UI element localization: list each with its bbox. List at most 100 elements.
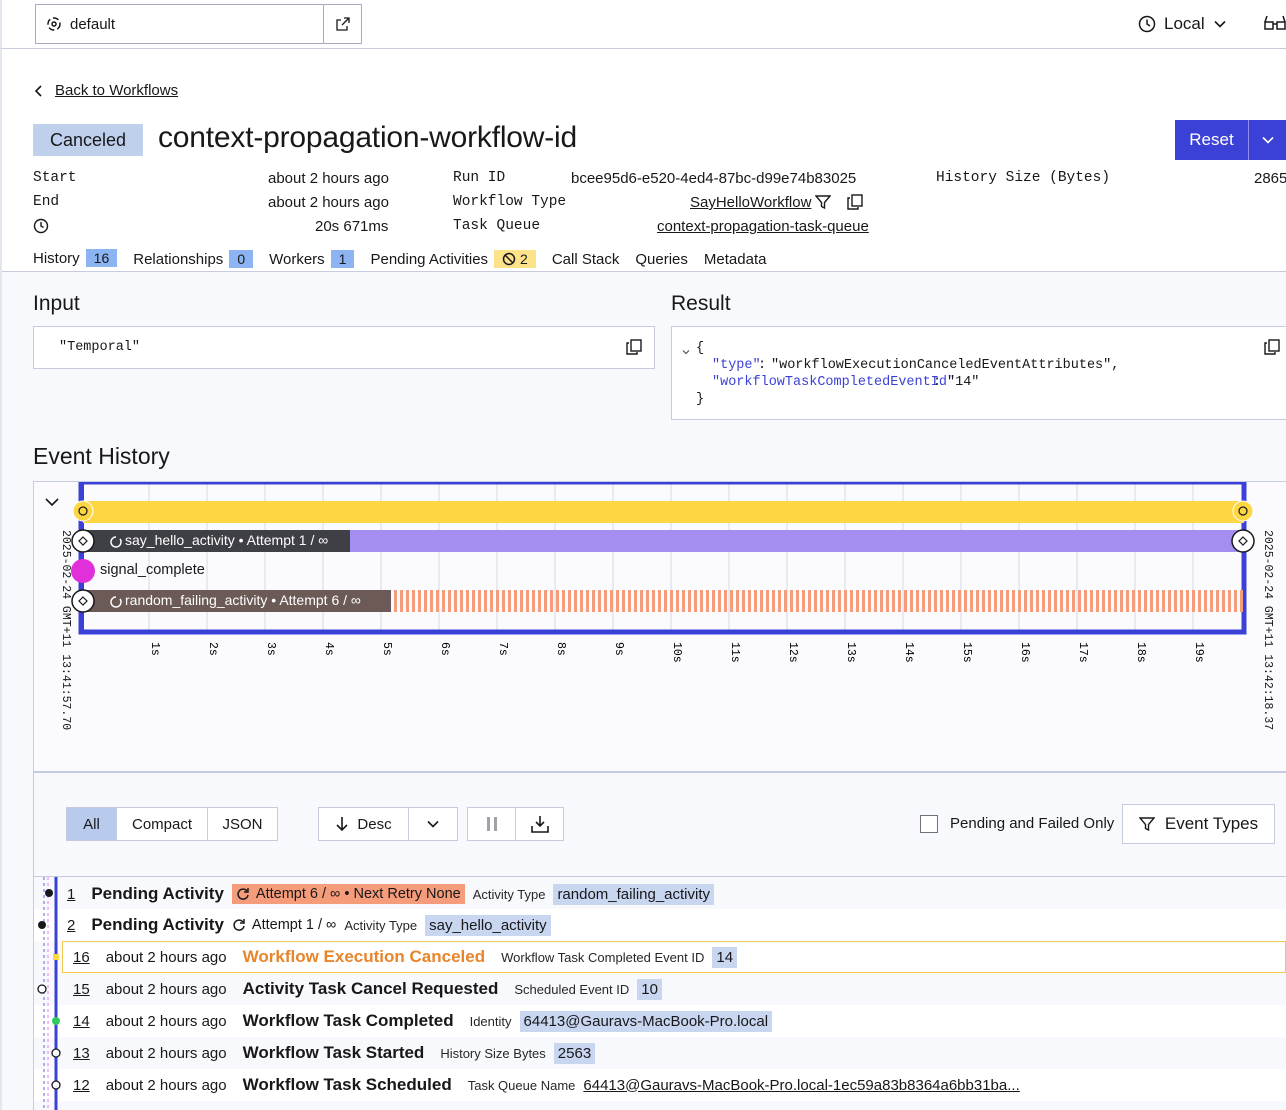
event-row[interactable]: 13 about 2 hours ago Workflow Task Start… [62,1038,596,1068]
event-number[interactable]: 15 [73,981,90,998]
task-queue-link[interactable]: context-propagation-task-queue [657,218,869,235]
timeline-start-stamp: 2025-02-24 GMT+11 13:41:57.70 [59,530,72,731]
retry-icon [233,919,245,931]
json-key-event-id: "workflowTaskCompletedEventId" [712,375,956,390]
timeline-tick-label: 2s [206,642,219,656]
clock-icon [33,218,49,234]
pending-activity-row[interactable]: 1 Pending Activity Attempt 6 / ∞ • Next … [62,879,715,909]
timeline-tick-label: 15s [960,642,973,663]
view-all-button[interactable]: All [67,808,117,840]
json-colon: : [758,358,767,373]
copy-workflow-type-button[interactable] [847,194,863,214]
collapse-json-button[interactable] [681,344,691,361]
timeline-tick-label: 16s [1018,642,1031,663]
tab-workers[interactable]: Workers 1 [269,249,355,273]
pending-activity-row[interactable]: 2 Pending Activity Attempt 1 / ∞ Activit… [62,910,551,940]
tab-call-stack[interactable]: Call Stack [552,249,620,273]
event-title: Workflow Task Scheduled [242,1075,452,1094]
event-types-button[interactable]: Event Types [1122,804,1275,844]
field-label: Workflow Task Completed Event ID [501,949,705,965]
duration-icon [33,218,49,238]
timeline-tick-label: 7s [496,642,509,656]
timeline-tick-label: 5s [380,642,393,656]
reset-menu-button[interactable] [1249,120,1286,160]
count-badge: 16 [85,249,118,267]
tab-label: History [33,249,80,267]
field-label: Task Queue Name [467,1077,576,1093]
result-code-block: { "type" : "workflowExecutionCanceledEve… [671,326,1286,420]
copy-icon [1264,339,1280,355]
task-queue-value-link[interactable]: 64413@Gauravs-MacBook-Pro.local-1ec59a83… [583,1077,1019,1094]
timeline-tick-label: 4s [322,642,335,656]
start-value: about 2 hours ago [268,170,389,187]
field-label: History Size Bytes [440,1045,546,1061]
copy-result-button[interactable] [1264,339,1280,359]
sort-menu-button[interactable] [409,808,457,840]
sort-button[interactable]: Desc [319,808,409,840]
namespace-icon [47,17,61,31]
start-label: Start [33,170,77,186]
signal-marker [71,559,95,583]
lane-label-random-failing: random_failing_activity • Attempt 6 / ∞ [125,592,361,608]
field-label: Identity [469,1013,512,1029]
event-number[interactable]: 13 [73,1045,90,1062]
timeline-tick-label: 13s [844,642,857,663]
activity-node [1231,529,1255,553]
event-time: about 2 hours ago [105,1076,227,1094]
event-number[interactable]: 12 [73,1077,90,1094]
chevron-down-icon [682,350,690,355]
view-compact-button[interactable]: Compact [117,808,208,840]
retry-icon [237,888,249,900]
pause-button[interactable] [468,808,516,840]
environment-selector[interactable]: Local [1138,14,1227,34]
event-row[interactable]: 15 about 2 hours ago Activity Task Cance… [62,974,662,1004]
external-link-button[interactable] [323,5,361,43]
event-number[interactable]: 14 [73,1013,90,1030]
timeline-tick-label: 10s [670,642,683,663]
event-row[interactable]: 14 about 2 hours ago Workflow Task Compl… [62,1006,773,1036]
back-to-workflows-link[interactable]: Back to Workflows [33,82,178,99]
tab-pending-activities[interactable]: Pending Activities 2 [370,249,536,273]
result-heading: Result [671,292,731,315]
event-row[interactable]: 16 about 2 hours ago Workflow Execution … [62,942,738,972]
rows-divider [34,876,1286,877]
field-value: 64413@Gauravs-MacBook-Pro.local [519,1010,773,1032]
count-badge: 1 [330,250,355,268]
copy-input-button[interactable] [626,339,642,359]
pending-failed-checkbox[interactable] [920,815,938,833]
event-title: Pending Activity [91,884,224,903]
event-number[interactable]: 1 [67,886,75,903]
namespace-selector[interactable]: default [35,4,362,44]
event-row[interactable]: 12 about 2 hours ago Workflow Task Sched… [62,1070,1020,1100]
pause-icon [486,817,497,831]
timeline-tick-labels: 1s 2s 3s 4s 5s 6s 7s 8s 9s 10s 11s 12s 13s 14s 15s 16s 1… [148,642,1205,663]
tab-history[interactable]: History 16 [33,249,118,273]
collapse-timeline-button[interactable] [44,494,60,514]
tab-metadata[interactable]: Metadata [704,249,767,273]
field-label: Scheduled Event ID [514,981,630,997]
timeline-end-stamp: 2025-02-24 GMT+11 13:42:18.37 [1261,530,1274,731]
filter-workflow-type-button[interactable] [814,194,832,214]
glasses-icon [1264,15,1286,30]
workflow-type-link[interactable]: SayHelloWorkflow [690,194,811,211]
activity-node [71,589,95,613]
tab-queries[interactable]: Queries [635,249,688,273]
input-heading: Input [33,292,80,315]
task-queue-label: Task Queue [453,218,541,234]
tab-relationships[interactable]: Relationships 0 [133,249,254,273]
chevron-down-icon [45,498,59,507]
timeline-tick-label: 6s [438,642,451,656]
event-gutter [37,877,61,1110]
timeline-tick-label: 1s [148,642,161,656]
event-number[interactable]: 16 [73,949,90,966]
event-number[interactable]: 2 [67,917,75,934]
activity-node [71,529,95,553]
reset-button[interactable]: Reset [1175,120,1249,160]
namespace-select[interactable]: default [36,5,323,43]
view-json-button[interactable]: JSON [208,808,277,840]
view-toggle: All Compact JSON [66,807,278,841]
glasses-button[interactable] [1263,14,1286,38]
download-button[interactable] [516,808,563,840]
workflow-start-marker [72,500,94,522]
copy-icon [847,194,863,210]
